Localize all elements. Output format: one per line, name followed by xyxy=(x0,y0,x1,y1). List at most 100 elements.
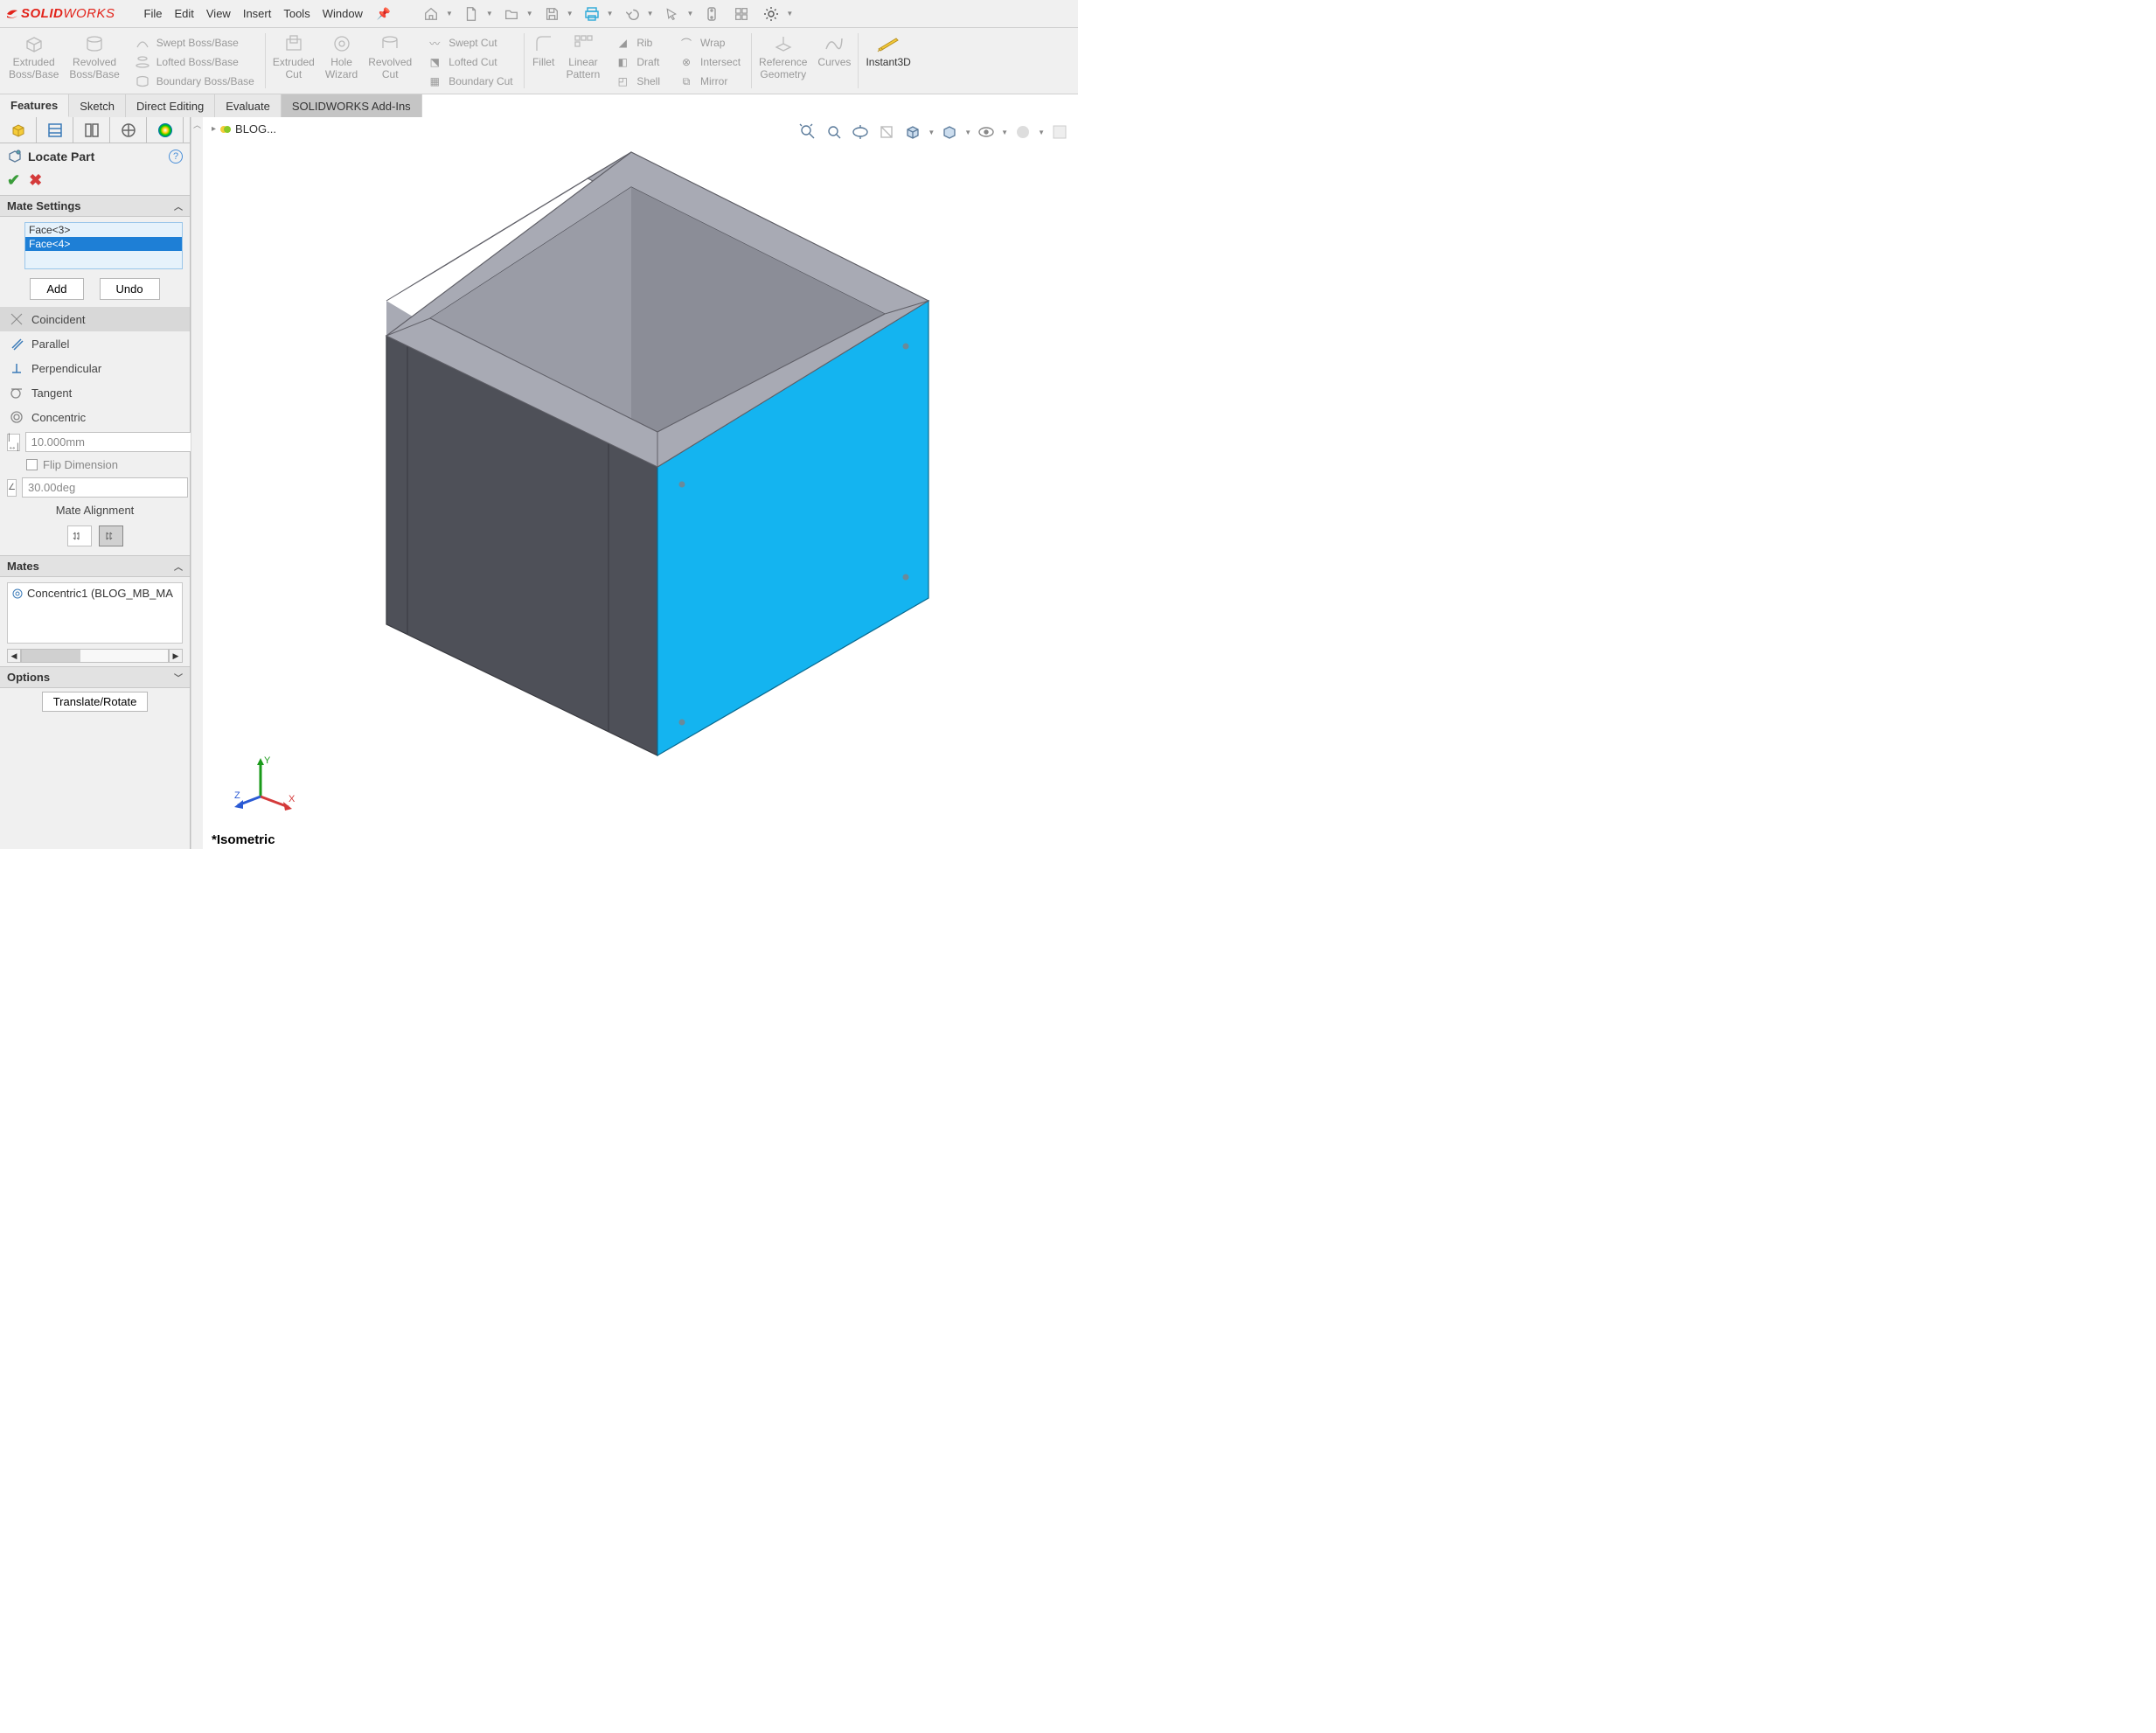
feature-group-2: ⌒Wrap ⊗Intersect ⧉Mirror xyxy=(669,30,749,92)
home-icon[interactable] xyxy=(416,2,446,26)
ok-cancel-row: ✔ ✖ xyxy=(0,170,190,195)
options-header[interactable]: Options﹀ xyxy=(0,666,190,688)
wrap-button[interactable]: ⌒Wrap xyxy=(674,33,728,52)
apply-scene-icon[interactable] xyxy=(1048,121,1071,143)
ok-button[interactable]: ✔ xyxy=(7,171,20,190)
panel-tab-appearance[interactable] xyxy=(147,117,184,143)
panel-tab-feature[interactable] xyxy=(0,117,37,143)
align-anti-button[interactable] xyxy=(99,525,123,546)
mate-item-0[interactable]: Concentric1 (BLOG_MB_MA xyxy=(11,585,178,602)
mates-header[interactable]: Mates︿ xyxy=(0,555,190,577)
cancel-button[interactable]: ✖ xyxy=(29,171,42,190)
selection-item-1[interactable]: Face<4> xyxy=(25,237,182,251)
angle-input[interactable] xyxy=(22,477,188,498)
menu-view[interactable]: View xyxy=(200,3,237,24)
extruded-cut-button[interactable]: Extruded Cut xyxy=(268,30,320,92)
menu-edit[interactable]: Edit xyxy=(168,3,199,24)
help-icon[interactable]: ? xyxy=(169,150,183,164)
linear-pattern-button[interactable]: Linear Pattern xyxy=(561,30,606,92)
instant3d-button[interactable]: Instant3D xyxy=(860,30,915,92)
command-tabs: Features Sketch Direct Editing Evaluate … xyxy=(0,94,1078,117)
swept-boss-button[interactable]: Swept Boss/Base xyxy=(130,33,242,52)
save-icon[interactable] xyxy=(537,2,567,26)
menu-tools[interactable]: Tools xyxy=(277,3,316,24)
lofted-cut-button[interactable]: ⬔Lofted Cut xyxy=(422,52,500,72)
revolved-cut-button[interactable]: Revolved Cut xyxy=(363,30,417,92)
new-icon[interactable] xyxy=(456,2,486,26)
axis-y-label: Y xyxy=(264,755,271,766)
boundary-boss-button[interactable]: Boundary Boss/Base xyxy=(130,72,258,91)
options-icon[interactable] xyxy=(727,2,756,26)
graphics-viewport[interactable]: ▸ BLOG... ▼ ▼ ▼ ▼ xyxy=(203,117,1078,849)
tab-evaluate[interactable]: Evaluate xyxy=(215,94,282,117)
tab-features[interactable]: Features xyxy=(0,94,69,117)
panel-scrollbar[interactable]: ︿ xyxy=(191,117,203,849)
mate-coincident[interactable]: Coincident xyxy=(0,307,190,331)
mate-concentric[interactable]: Concentric xyxy=(0,405,190,429)
rib-button[interactable]: ◢Rib xyxy=(610,33,656,52)
pin-icon[interactable]: 📌 xyxy=(369,2,399,26)
view-orientation-label: *Isometric xyxy=(212,832,275,847)
boundary-cut-button[interactable]: ▦Boundary Cut xyxy=(422,72,516,91)
select-icon[interactable] xyxy=(657,2,686,26)
main-area: Locate Part ? ✔ ✖ Mate Settings︿ Face<3>… xyxy=(0,117,1078,849)
cut-group: 〰Swept Cut ⬔Lofted Cut ▦Boundary Cut xyxy=(417,30,521,92)
flip-dimension-row[interactable]: Flip Dimension xyxy=(0,455,190,475)
menu-insert[interactable]: Insert xyxy=(237,3,278,24)
draft-button[interactable]: ◧Draft xyxy=(610,52,663,72)
hole-wizard-button[interactable]: Hole Wizard xyxy=(320,30,363,92)
reference-geometry-button[interactable]: Reference Geometry xyxy=(754,30,812,92)
edit-appearance-icon[interactable] xyxy=(1012,121,1034,143)
menu-bar: SOLIDWORKS File Edit View Insert Tools W… xyxy=(0,0,1078,28)
breadcrumb-doc[interactable]: BLOG... xyxy=(235,122,276,136)
perpendicular-icon xyxy=(9,360,24,376)
revolved-boss-button[interactable]: Revolved Boss/Base xyxy=(64,30,124,92)
mates-list[interactable]: Concentric1 (BLOG_MB_MA xyxy=(7,582,183,644)
mates-scrollbar[interactable]: ◀▶ xyxy=(7,649,183,663)
menu-file[interactable]: File xyxy=(138,3,169,24)
parallel-icon xyxy=(9,336,24,351)
undo-button[interactable]: Undo xyxy=(100,278,160,300)
translate-rotate-button[interactable]: Translate/Rotate xyxy=(42,692,149,712)
panel-tab-dimexpert[interactable] xyxy=(110,117,147,143)
mirror-button[interactable]: ⧉Mirror xyxy=(674,72,731,91)
locate-part-icon xyxy=(7,149,23,164)
panel-tab-property[interactable] xyxy=(37,117,73,143)
property-header: Locate Part ? xyxy=(0,143,190,170)
print-icon[interactable] xyxy=(577,2,607,26)
mate-parallel[interactable]: Parallel xyxy=(0,331,190,356)
command-ribbon: Extruded Boss/Base Revolved Boss/Base Sw… xyxy=(0,28,1078,94)
intersect-button[interactable]: ⊗Intersect xyxy=(674,52,744,72)
fillet-button[interactable]: Fillet xyxy=(526,30,561,92)
mate-settings-header[interactable]: Mate Settings︿ xyxy=(0,195,190,217)
shell-button[interactable]: ◰Shell xyxy=(610,72,664,91)
curves-button[interactable]: Curves xyxy=(812,30,856,92)
mate-tangent[interactable]: Tangent xyxy=(0,380,190,405)
tab-direct-editing[interactable]: Direct Editing xyxy=(126,94,215,117)
breadcrumb[interactable]: ▸ BLOG... xyxy=(212,122,276,136)
model-geometry[interactable] xyxy=(334,135,998,764)
menu-window[interactable]: Window xyxy=(316,3,369,24)
view-triad[interactable]: Y X Z xyxy=(234,753,296,814)
rebuild-icon[interactable] xyxy=(697,2,727,26)
tab-addins[interactable]: SOLIDWORKS Add-Ins xyxy=(282,94,422,117)
distance-input[interactable] xyxy=(25,432,191,452)
selection-listbox[interactable]: Face<3> Face<4> xyxy=(24,222,183,269)
tab-sketch[interactable]: Sketch xyxy=(69,94,126,117)
flip-checkbox[interactable] xyxy=(26,459,38,470)
lofted-boss-button[interactable]: Lofted Boss/Base xyxy=(130,52,242,72)
panel-tab-config[interactable] xyxy=(73,117,110,143)
extruded-boss-button[interactable]: Extruded Boss/Base xyxy=(3,30,64,92)
angle-icon: ∠ xyxy=(7,479,17,497)
axis-z-label: Z xyxy=(234,790,240,801)
settings-icon[interactable] xyxy=(756,2,786,26)
undo-icon[interactable] xyxy=(617,2,647,26)
chevron-up-icon: ︿ xyxy=(174,199,183,212)
swept-cut-button[interactable]: 〰Swept Cut xyxy=(422,33,500,52)
add-button[interactable]: Add xyxy=(30,278,83,300)
distance-icon: |↔| xyxy=(7,434,20,451)
mate-perpendicular[interactable]: Perpendicular xyxy=(0,356,190,380)
open-icon[interactable] xyxy=(497,2,526,26)
align-aligned-button[interactable] xyxy=(67,525,92,546)
selection-item-0[interactable]: Face<3> xyxy=(25,223,182,237)
